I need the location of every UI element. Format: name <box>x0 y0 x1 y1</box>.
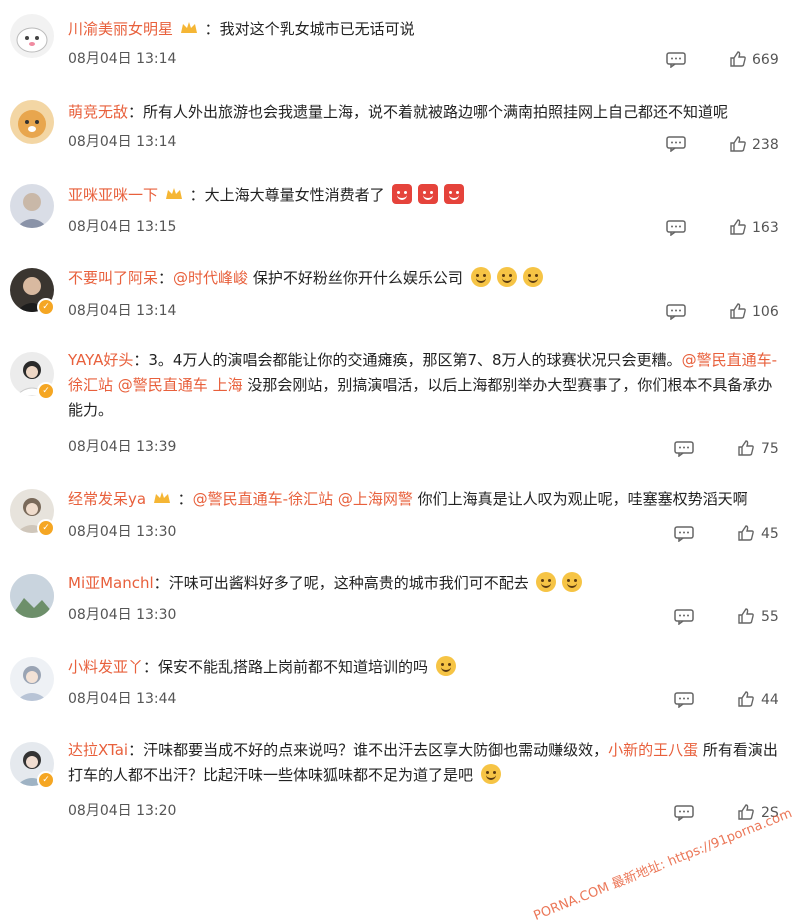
thumbs-up-icon[interactable] <box>737 439 755 457</box>
mention-link[interactable]: @上海网警 <box>338 490 413 508</box>
thumbs-up-icon[interactable] <box>729 302 747 320</box>
crown-icon <box>180 22 197 33</box>
thumbs-up-icon[interactable] <box>737 524 755 542</box>
avatar[interactable] <box>10 14 54 58</box>
comment-text: 大上海大尊量女性消费者了 <box>204 186 385 204</box>
like-count: 75 <box>761 441 779 457</box>
reply-icon[interactable] <box>674 609 694 625</box>
watermark: PORNA.COM 最新地址: https://91porna.com <box>531 806 794 924</box>
username[interactable]: YAYA好头 <box>68 351 133 369</box>
username[interactable]: 萌竞无敌 <box>68 103 128 121</box>
comment-time: 08月04日 13:15 <box>68 219 177 235</box>
thumbs-up-icon[interactable] <box>737 607 755 625</box>
verified-badge-icon: ✓ <box>37 519 55 537</box>
comment-text: 你们上海真是让人叹为观止呢，哇塞塞权势滔天啊 <box>417 490 748 508</box>
mention-link[interactable]: 小新的王八蛋 <box>608 741 698 759</box>
comment-text: 所有人外出旅游也会我遗量上海，说不着就被路边哪个满南拍照挂网上自己都还不知道呢 <box>143 103 729 121</box>
reply-icon[interactable] <box>674 526 694 542</box>
reply-icon[interactable] <box>666 52 686 68</box>
sad-emoji-icon <box>480 764 501 784</box>
comment-text: 3。4万人的演唱会都能让你的交通瘫痪，那区第7、8万人的球赛状况只会更糟。 <box>148 351 682 369</box>
angry-emoji-icon <box>444 184 465 204</box>
avatar[interactable] <box>10 100 54 144</box>
mention-link[interactable]: @警民直通车-徐汇站 <box>193 490 333 508</box>
username[interactable]: 川渝美丽女明星 <box>68 20 173 38</box>
verified-badge-icon: ✓ <box>37 382 55 400</box>
like-count: 669 <box>752 52 779 68</box>
like-count: 45 <box>761 526 779 542</box>
username[interactable]: 不要叫了阿呆 <box>68 269 158 287</box>
comment-text: 保安不能乱搭路上岗前都不知道培训的吗 <box>158 658 429 676</box>
mention-link[interactable]: @时代峰峻 <box>173 269 248 287</box>
crown-icon <box>153 492 170 503</box>
like-count: 55 <box>761 609 779 625</box>
mention-link[interactable]: @警民直通车 上海 <box>118 376 243 394</box>
comment-time: 08月04日 13:44 <box>68 691 177 707</box>
like-count: 44 <box>761 692 779 708</box>
reply-icon[interactable] <box>674 692 694 708</box>
like-count: 163 <box>752 220 779 236</box>
comment-time: 08月04日 13:20 <box>68 803 177 819</box>
verified-badge-icon: ✓ <box>37 298 55 316</box>
laugh-emoji-icon <box>470 267 491 287</box>
laugh-emoji-icon <box>522 267 543 287</box>
dog-avatar-icon <box>18 110 46 138</box>
reply-icon[interactable] <box>666 220 686 236</box>
username[interactable]: 达拉XTai <box>68 741 128 759</box>
angry-emoji-icon <box>392 184 413 204</box>
like-count: 106 <box>752 304 779 320</box>
like-count: 238 <box>752 137 779 153</box>
avatar[interactable] <box>10 657 54 701</box>
reply-icon[interactable] <box>674 805 694 821</box>
comment-text: 保护不好粉丝你开什么娱乐公司 <box>252 269 463 287</box>
username[interactable]: 小料发亚丫 <box>68 658 143 676</box>
thumbs-up-icon[interactable] <box>737 690 755 708</box>
username[interactable]: 亚咪亚咪一下 <box>68 186 158 204</box>
reply-icon[interactable] <box>666 136 686 152</box>
comment-time: 08月04日 13:39 <box>68 439 177 455</box>
comment-time: 08月04日 13:14 <box>68 51 177 67</box>
comment-text: 汗味可出酱料好多了呢，这种高贵的城市我们可不配去 <box>168 574 529 592</box>
reply-icon[interactable] <box>674 441 694 457</box>
comment-time: 08月04日 13:14 <box>68 303 177 319</box>
reply-icon[interactable] <box>666 304 686 320</box>
thumbs-up-icon[interactable] <box>729 218 747 236</box>
landscape-avatar-icon <box>10 574 54 618</box>
thumbs-up-icon[interactable] <box>729 50 747 68</box>
comment-time: 08月04日 13:30 <box>68 524 177 540</box>
sweat-emoji-icon <box>536 572 557 592</box>
avatar[interactable] <box>10 184 54 228</box>
laugh-emoji-icon <box>496 267 517 287</box>
verified-badge-icon: ✓ <box>37 771 55 789</box>
comment-time: 08月04日 13:14 <box>68 134 177 150</box>
crown-icon <box>165 188 182 199</box>
comment-time: 08月04日 13:30 <box>68 607 177 623</box>
smile-emoji-icon <box>435 656 456 676</box>
thumbs-up-icon[interactable] <box>729 135 747 153</box>
comment-text: 汗味都要当成不好的点来说吗？谁不出汗去区享大防御也需动赚级效， <box>143 741 609 759</box>
avatar[interactable] <box>10 574 54 618</box>
username[interactable]: 经常发呆ya <box>68 490 146 508</box>
username[interactable]: Mi亚Manchl <box>68 574 154 592</box>
angry-emoji-icon <box>418 184 439 204</box>
portrait-avatar-icon <box>16 666 48 701</box>
portrait-avatar-icon <box>16 193 48 228</box>
cartoon-avatar-icon <box>16 27 48 53</box>
sad-emoji-icon <box>562 572 583 592</box>
comment-text: 我对这个乳女城市已无话可说 <box>219 20 415 38</box>
